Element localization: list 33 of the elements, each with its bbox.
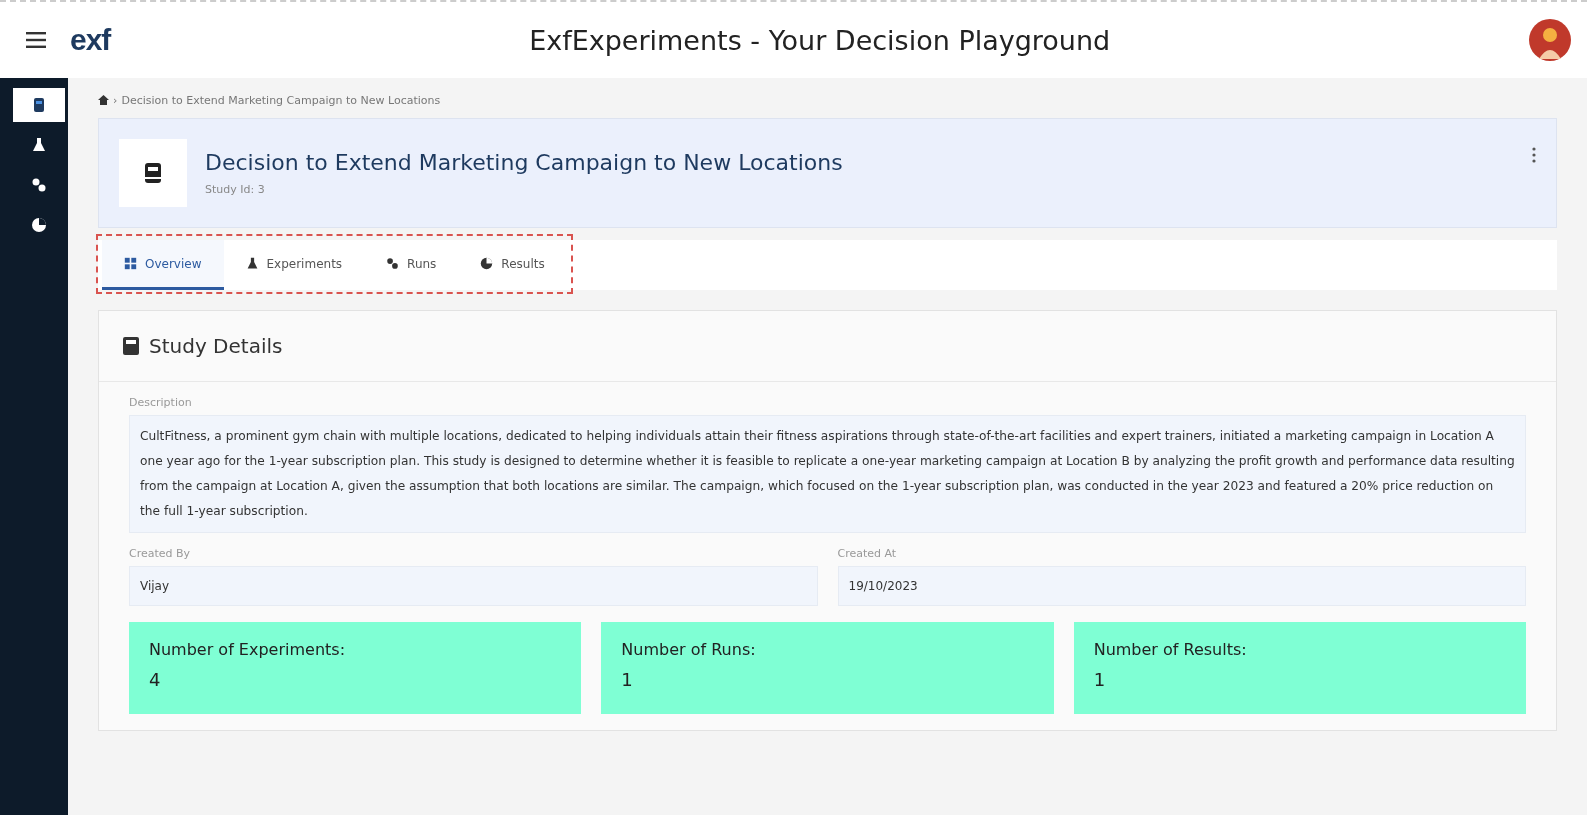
- avatar-icon[interactable]: [1529, 19, 1571, 61]
- field-label: Created By: [129, 547, 192, 560]
- breadcrumb-item[interactable]: Decision to Extend Marketing Campaign to New Locations: [121, 93, 441, 107]
- book-icon: [123, 337, 139, 355]
- field-label: Created At: [837, 547, 898, 560]
- stat-label: Number of Experiments:: [149, 640, 347, 659]
- app-title: ExfExperiments - Your Decision Playground: [528, 24, 1112, 56]
- home-icon[interactable]: [98, 95, 109, 105]
- tab[interactable]: Experiments: [223, 240, 365, 290]
- pie-icon: [480, 257, 494, 270]
- logo[interactable]: exf: [70, 23, 111, 57]
- tab[interactable]: Runs: [364, 240, 459, 290]
- tab[interactable]: Overview: [102, 240, 224, 290]
- stat-label: Number of Runs:: [621, 640, 757, 659]
- stat-label: Number of Results:: [1093, 640, 1248, 659]
- study-id: Study Id: 3: [205, 183, 266, 196]
- book-icon: [119, 139, 187, 207]
- stat-value: 1: [1093, 669, 1107, 690]
- study-title: Decision to Extend Marketing Campaign to New Locations: [205, 150, 844, 175]
- more-icon[interactable]: [1532, 147, 1536, 163]
- section-title: Study Details: [149, 334, 283, 358]
- input-field[interactable]: 19/10/2023: [837, 566, 1526, 606]
- stat-value: 4: [149, 669, 162, 690]
- breadcrumb-separator: ›: [113, 93, 118, 107]
- stat-value: 1: [621, 669, 634, 690]
- input-field[interactable]: Vijay: [129, 566, 818, 606]
- description-field[interactable]: CultFitness, a prominent gym chain with multiple locations, dedicated to helping individuals attain their fitness aspirations through state-of-the-art facilities and expert trainers, initiated a marketing campaign in Location A one year ago for the 1-year subscription plan. This study is designed to determine whether it is feasible to replicate a one-year marketing campaign at Location B by analyzing the profit growth and performance data resulting from the campaign at Location A, given the assumption that both locations are similar. The campaign, which focused on the 1-year subscription plan, was conducted in the year 2023 and featured a 20% price reduction on the full 1-year subscription.: [129, 415, 1526, 533]
- tab[interactable]: Results: [458, 240, 567, 290]
- field-label: Description: [129, 396, 193, 409]
- book-icon[interactable]: [13, 88, 65, 122]
- flask-icon: [245, 257, 259, 270]
- menu-icon[interactable]: [26, 32, 46, 48]
- grid-icon: [124, 257, 137, 270]
